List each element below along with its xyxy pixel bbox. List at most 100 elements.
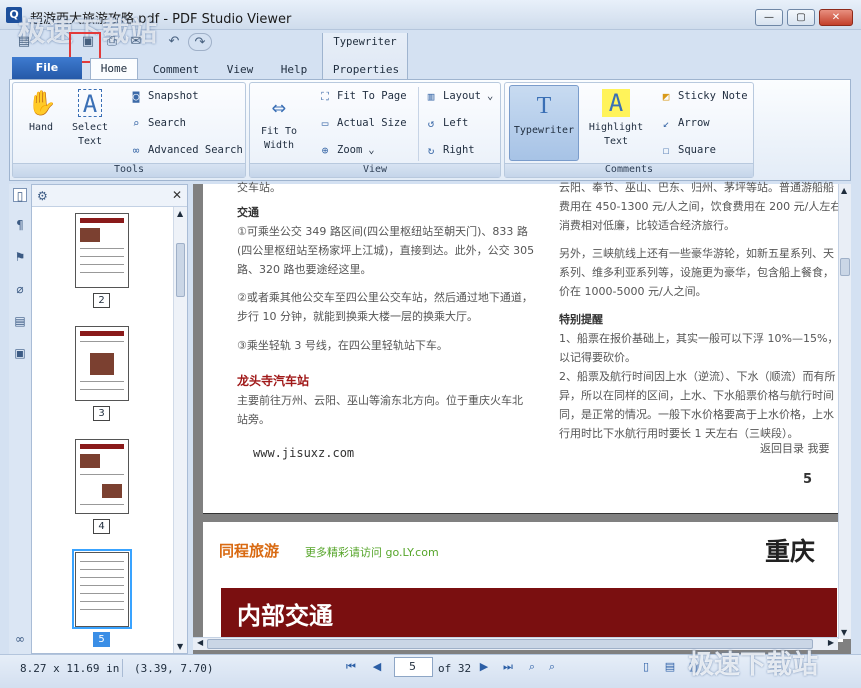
page-size-readout: 8.27 x 11.69 in <box>20 662 120 675</box>
minimize-button[interactable]: — <box>755 9 783 26</box>
sticky-note-button[interactable]: ◩ Sticky Note <box>659 90 748 103</box>
select-text-label-1: Select <box>71 122 109 133</box>
zoom-button[interactable]: ⊕ Zoom ⌄ <box>318 144 375 157</box>
snapshot-label: Snapshot <box>148 90 199 102</box>
typewriter-button[interactable]: T Typewriter <box>509 85 579 161</box>
rotate-right-button[interactable]: ↻ Right <box>424 144 475 157</box>
tab-help[interactable]: Help <box>276 60 312 80</box>
scroll-right-icon[interactable]: ▶ <box>828 638 834 647</box>
heading-station: 龙头寺汽车站 <box>237 374 310 388</box>
attachment-icon[interactable]: ⌀ <box>13 282 27 296</box>
section-banner: 内部交通 <box>221 588 837 642</box>
first-page-icon[interactable]: ⏮ <box>343 659 359 675</box>
document-view[interactable]: 交车站。 交通 ①可乘坐公交 349 路区间(四公里枢纽站至朝天门)、833 路… <box>193 181 851 654</box>
scroll-down-icon[interactable]: ▼ <box>841 628 847 637</box>
tools-group: ✋ Hand A Select Text ◙ Snapshot ⌕ Search ∞… <box>12 82 246 178</box>
sticky-note-icon: ◩ <box>662 90 670 103</box>
text-line: 云阳、奉节、巫山、巴东、归州、茅坪等站。普通游船船 <box>559 181 834 194</box>
open-icon[interactable]: ▤ <box>14 33 34 51</box>
scroll-up-icon[interactable]: ▲ <box>841 186 847 195</box>
search-button[interactable]: ⌕ Search <box>129 117 186 130</box>
tab-properties[interactable]: Properties <box>328 60 404 80</box>
scroll-left-icon[interactable]: ◀ <box>197 638 203 647</box>
highlight-text-button[interactable]: A Highlight Text <box>585 89 647 149</box>
tab-comment[interactable]: Comment <box>148 60 204 80</box>
tab-home[interactable]: Home <box>90 58 138 80</box>
text-line: 消费相对低廉，比较适合经济旅行。 <box>559 219 735 232</box>
thumb-line <box>80 585 124 586</box>
binoculars-icon: ∞ <box>132 144 140 157</box>
signature-icon[interactable]: ▣ <box>13 346 27 360</box>
quick-access-toolbar: ▤ ▣ ⎙ ✉ ↶ ↷ <box>10 30 225 54</box>
tab-view[interactable]: View <box>222 60 258 80</box>
undo-icon[interactable]: ↶ <box>164 33 184 51</box>
previous-page-icon[interactable]: ◀ <box>369 659 385 675</box>
hand-button[interactable]: ✋ Hand <box>19 89 63 135</box>
print-icon[interactable]: ⎙ <box>102 33 122 51</box>
thumb-header-bar <box>80 331 124 336</box>
thumbnail-options-icon[interactable]: ⚙ <box>37 189 48 203</box>
thumbnail-scrollbar[interactable]: ▲ ▼ <box>173 207 187 653</box>
arrow-icon: ↙ <box>662 117 670 130</box>
close-button[interactable]: ✕ <box>819 9 853 26</box>
thumbnail-number: 2 <box>93 293 110 308</box>
email-icon[interactable]: ✉ <box>126 33 146 51</box>
page-number-input[interactable]: 5 <box>394 657 433 677</box>
thumb-line <box>80 341 124 342</box>
maximize-button[interactable]: ▢ <box>787 9 815 26</box>
fit-to-width-label-2: Width <box>263 140 295 151</box>
scroll-down-icon[interactable]: ▼ <box>177 642 183 651</box>
square-button[interactable]: ☐ Square <box>659 144 716 157</box>
layout-icon: ▥ <box>427 90 435 103</box>
continuous-page-icon[interactable]: ▤ <box>662 659 678 675</box>
thumb-line <box>80 264 124 265</box>
back-to-contents-link[interactable]: 返回目录 我要 <box>760 439 830 458</box>
thumbnail-page-5[interactable] <box>75 552 129 627</box>
fit-to-width-button[interactable]: ⇔ Fit To Width <box>254 93 304 153</box>
watermark-logo-bottom: 极速下载站 <box>688 650 819 680</box>
thumbnail-page-4[interactable] <box>75 439 129 514</box>
previous-view-icon[interactable]: ⌕ <box>524 659 540 675</box>
document-vertical-scrollbar[interactable]: ▲ ▼ <box>838 184 851 639</box>
document-scroll-thumb[interactable] <box>840 258 850 276</box>
advanced-search-button[interactable]: ∞ Advanced Search <box>129 144 243 157</box>
redo-icon[interactable]: ↷ <box>188 33 212 51</box>
bookmark-icon[interactable]: ⚑ <box>13 250 27 264</box>
thumbnail-page-3[interactable] <box>75 326 129 401</box>
tab-file[interactable]: File <box>12 57 82 79</box>
close-icon[interactable]: ✕ <box>172 188 182 202</box>
next-page-icon[interactable]: ▶ <box>476 659 492 675</box>
fit-to-page-button[interactable]: ⛶ Fit To Page <box>318 90 407 103</box>
thumbnail-panel: ⚙ ✕ 2 3 4 5 ▲ ▼ <box>31 184 188 654</box>
cursor-position-readout: (3.39, 7.70) <box>134 662 214 675</box>
snapshot-button[interactable]: ◙ Snapshot <box>129 90 199 103</box>
thumbnail-scroll-thumb[interactable] <box>176 243 185 297</box>
layout-button[interactable]: ▥ Layout ⌄ <box>424 90 494 103</box>
annotations-icon[interactable]: ▤ <box>13 314 27 328</box>
rotate-left-button[interactable]: ↺ Left <box>424 117 469 130</box>
arrow-button[interactable]: ↙ Arrow <box>659 117 710 130</box>
chevron-down-icon: ⌄ <box>368 144 375 156</box>
last-page-icon[interactable]: ⏭ <box>500 659 516 675</box>
select-text-icon: A <box>78 89 102 118</box>
next-view-icon[interactable]: ⌕ <box>544 659 560 675</box>
thumb-line <box>80 504 124 505</box>
text-line: 主要前往万州、云阳、巫山等渝东北方向。位于重庆火车北 <box>237 394 523 407</box>
scroll-up-icon[interactable]: ▲ <box>177 209 183 218</box>
select-text-label-2: Text <box>77 136 103 147</box>
thumbnail-number: 3 <box>93 406 110 421</box>
select-text-button[interactable]: A Select Text <box>67 89 113 149</box>
pages-icon[interactable]: ▯ <box>13 188 27 203</box>
thumb-header-bar <box>80 218 124 223</box>
fit-to-page-label: Fit To Page <box>337 90 407 102</box>
side-tool-strip: ▯ ¶ ⚑ ⌀ ▤ ▣ ∞ <box>9 184 31 654</box>
single-page-icon[interactable]: ▯ <box>638 659 654 675</box>
layers-icon[interactable]: ¶ <box>13 218 27 232</box>
link-icon[interactable]: ∞ <box>13 632 27 646</box>
city-title: 重庆 <box>765 537 816 566</box>
actual-size-button[interactable]: ▭ Actual Size <box>318 117 407 130</box>
highlight-label-1: Highlight <box>588 122 644 133</box>
thumb-line <box>80 601 124 602</box>
hand-label: Hand <box>28 122 54 133</box>
thumbnail-page-2[interactable] <box>75 213 129 288</box>
